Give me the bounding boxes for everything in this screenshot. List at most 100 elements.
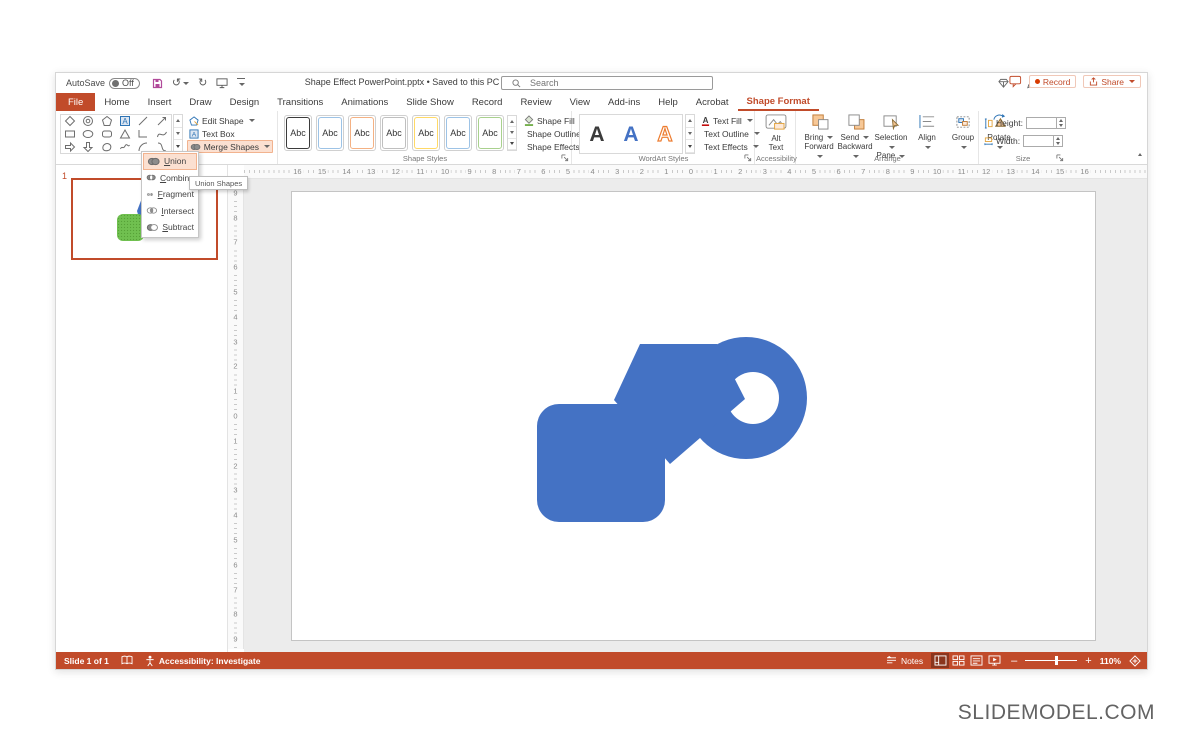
freeform-curve-icon[interactable]	[153, 128, 171, 141]
height-input[interactable]	[1026, 117, 1066, 129]
shape-gallery-scrollbar[interactable]	[173, 114, 183, 154]
shape-style-4[interactable]: Abc	[380, 115, 408, 151]
styles-scroll-up-icon[interactable]	[508, 116, 516, 127]
reading-view-icon[interactable]	[967, 653, 985, 668]
alt-text-icon	[765, 114, 787, 131]
spellcheck-book-icon[interactable]	[121, 655, 133, 666]
tab-shape-format[interactable]: Shape Format	[738, 93, 819, 111]
merge-shapes-button[interactable]: Merge Shapes	[187, 140, 273, 153]
normal-view-icon[interactable]	[931, 653, 949, 668]
wordart-style-black[interactable]: A	[589, 124, 604, 145]
text-outline-button[interactable]: A Text Outline	[699, 127, 755, 140]
undo-button[interactable]: ↺	[172, 78, 189, 89]
text-fill-button[interactable]: A Text Fill	[699, 114, 755, 127]
menu-item-union[interactable]: Union	[143, 153, 197, 170]
tab-acrobat[interactable]: Acrobat	[687, 93, 738, 111]
designer-icon[interactable]	[998, 78, 1009, 89]
autosave-state: Off	[122, 78, 134, 88]
alt-text-button[interactable]: AltText	[759, 114, 793, 152]
zoom-slider-thumb[interactable]	[1055, 656, 1058, 665]
save-icon[interactable]	[152, 78, 163, 89]
search-box[interactable]	[501, 76, 713, 90]
search-input[interactable]	[528, 77, 678, 89]
edit-shape-button[interactable]: Edit Shape	[187, 114, 273, 127]
customize-quick-access-icon[interactable]	[237, 78, 245, 89]
tab-review[interactable]: Review	[511, 93, 560, 111]
wordart-more-icon[interactable]	[686, 140, 694, 153]
fit-slide-to-window-icon[interactable]	[1129, 655, 1141, 667]
tab-view[interactable]: View	[561, 93, 599, 111]
menu-item-intersect[interactable]: Intersect	[143, 203, 197, 220]
styles-scroll-down-icon[interactable]	[508, 127, 516, 138]
shape-style-7[interactable]: Abc	[476, 115, 504, 151]
gallery-scroll-down-icon[interactable]	[174, 128, 182, 141]
shape-style-5[interactable]: Abc	[412, 115, 440, 151]
zoom-level[interactable]: 110%	[1100, 656, 1121, 666]
line-shape-icon[interactable]	[134, 115, 152, 128]
text-effects-button[interactable]: A Text Effects	[699, 140, 755, 153]
diamond-shape-icon[interactable]	[61, 115, 79, 128]
tab-slide-show[interactable]: Slide Show	[397, 93, 463, 111]
wordart-dialog-launcher-icon[interactable]	[744, 154, 752, 162]
wordart-scrollbar[interactable]	[685, 114, 695, 154]
zoom-in-button[interactable]: +	[1085, 655, 1091, 667]
text-box-button[interactable]: A Text Box	[187, 127, 273, 140]
wordart-style-blue[interactable]: A	[623, 124, 638, 145]
autosave-toggle[interactable]: AutoSave Off	[66, 78, 140, 89]
record-button[interactable]: Record	[1029, 75, 1076, 88]
tab-draw[interactable]: Draw	[180, 93, 220, 111]
tab-insert[interactable]: Insert	[139, 93, 181, 111]
merged-blue-shape[interactable]	[537, 335, 817, 531]
redo-button[interactable]: ↻	[198, 78, 207, 89]
height-down-icon[interactable]	[1057, 123, 1065, 128]
tab-transitions[interactable]: Transitions	[268, 93, 332, 111]
styles-more-icon[interactable]	[508, 139, 516, 150]
shape-styles-scrollbar[interactable]	[507, 115, 517, 151]
tab-record[interactable]: Record	[463, 93, 512, 111]
hruler-tick: 7	[515, 167, 523, 176]
width-down-icon[interactable]	[1054, 141, 1062, 146]
shape-style-3[interactable]: Abc	[348, 115, 376, 151]
wordart-scroll-up-icon[interactable]	[686, 115, 694, 128]
elbow-connector-icon[interactable]	[134, 128, 152, 141]
zoom-out-button[interactable]: –	[1011, 655, 1017, 667]
text-box-shape-icon[interactable]: A	[116, 115, 134, 128]
rectangle-shape-icon[interactable]	[61, 128, 79, 141]
triangle-shape-icon[interactable]	[116, 128, 134, 141]
tab-design[interactable]: Design	[221, 93, 269, 111]
tab-animations[interactable]: Animations	[332, 93, 397, 111]
slide-show-icon[interactable]	[985, 653, 1003, 668]
collapse-ribbon-icon[interactable]	[1138, 143, 1142, 161]
notes-button[interactable]: Notes	[886, 656, 923, 666]
arrow-right-shape-icon[interactable]	[61, 140, 79, 153]
slide[interactable]	[291, 191, 1096, 641]
donut-shape-icon[interactable]	[79, 115, 97, 128]
oval-shape-icon[interactable]	[79, 128, 97, 141]
gallery-scroll-up-icon[interactable]	[174, 115, 182, 128]
tab-file[interactable]: File	[56, 93, 95, 111]
shape-styles-dialog-launcher-icon[interactable]	[561, 154, 569, 162]
menu-item-subtract[interactable]: Subtract	[143, 219, 197, 236]
slide-sorter-icon[interactable]	[949, 653, 967, 668]
width-input[interactable]	[1023, 135, 1063, 147]
tab-home[interactable]: Home	[95, 93, 138, 111]
size-dialog-launcher-icon[interactable]	[1056, 154, 1064, 162]
tab-help[interactable]: Help	[649, 93, 687, 111]
arrow-down-shape-icon[interactable]	[79, 140, 97, 153]
wordart-scroll-down-icon[interactable]	[686, 128, 694, 141]
zoom-slider[interactable]	[1025, 656, 1077, 665]
freeform-shape-icon[interactable]	[98, 140, 116, 153]
pentagon-shape-icon[interactable]	[98, 115, 116, 128]
tab-add-ins[interactable]: Add-ins	[599, 93, 649, 111]
share-button[interactable]: Share	[1083, 75, 1141, 88]
comments-icon[interactable]	[1009, 75, 1022, 88]
shape-style-2[interactable]: Abc	[316, 115, 344, 151]
rounded-rectangle-shape-icon[interactable]	[98, 128, 116, 141]
shape-style-1[interactable]: Abc	[284, 115, 312, 151]
start-slideshow-icon[interactable]	[216, 77, 228, 89]
shape-style-6[interactable]: Abc	[444, 115, 472, 151]
wordart-style-orange[interactable]: A	[657, 124, 672, 145]
accessibility-checker[interactable]: Accessibility: Investigate	[145, 655, 261, 667]
scribble-shape-icon[interactable]	[116, 140, 134, 153]
arrow-line-shape-icon[interactable]	[153, 115, 171, 128]
